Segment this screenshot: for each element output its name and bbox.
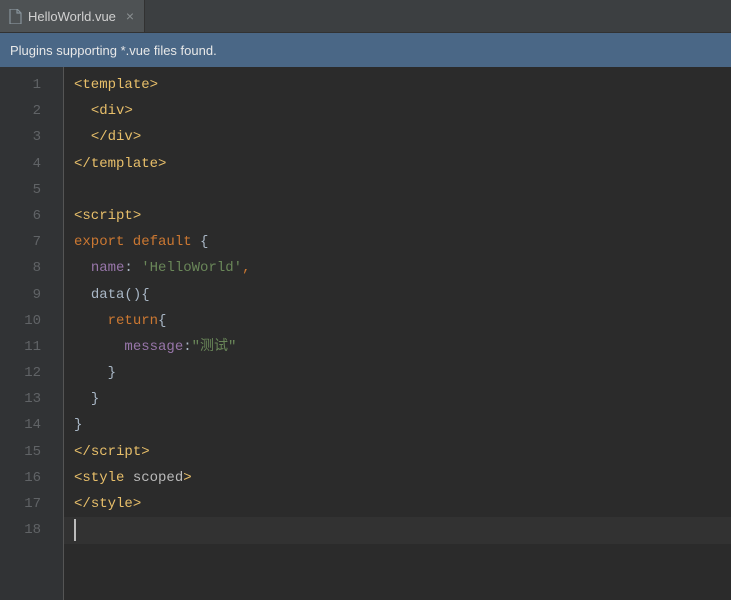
code-line: <script> [74, 203, 731, 229]
code-line: <style scoped> [74, 465, 731, 491]
line-number: 18 [0, 517, 41, 543]
line-number: 8 [0, 255, 41, 281]
code-line: </script> [74, 439, 731, 465]
line-number: 9 [0, 282, 41, 308]
line-number: 13 [0, 386, 41, 412]
file-tab[interactable]: HelloWorld.vue × [0, 0, 145, 32]
line-number-gutter: 1 2 3 4 5 6 7 8 9 10 11 12 13 14 15 16 1… [0, 67, 64, 600]
line-number: 15 [0, 439, 41, 465]
line-number: 4 [0, 151, 41, 177]
code-line: </style> [74, 491, 731, 517]
code-editor[interactable]: 1 2 3 4 5 6 7 8 9 10 11 12 13 14 15 16 1… [0, 67, 731, 600]
line-number: 14 [0, 412, 41, 438]
line-number: 5 [0, 177, 41, 203]
close-icon[interactable]: × [122, 9, 134, 23]
code-line: return{ [74, 308, 731, 334]
line-number: 10 [0, 308, 41, 334]
line-number: 11 [0, 334, 41, 360]
line-number: 2 [0, 98, 41, 124]
line-number: 12 [0, 360, 41, 386]
code-line: name: 'HelloWorld', [74, 255, 731, 281]
code-line: data(){ [74, 282, 731, 308]
line-number: 6 [0, 203, 41, 229]
notification-text: Plugins supporting *.vue files found. [10, 43, 217, 58]
line-number: 17 [0, 491, 41, 517]
file-icon [8, 8, 22, 24]
line-number: 16 [0, 465, 41, 491]
code-line: export default { [74, 229, 731, 255]
line-number: 7 [0, 229, 41, 255]
code-line: </template> [74, 151, 731, 177]
code-line: } [74, 386, 731, 412]
code-line: message:"测试" [74, 334, 731, 360]
code-line [74, 177, 731, 203]
code-line: <div> [74, 98, 731, 124]
line-number: 1 [0, 72, 41, 98]
code-line: } [74, 360, 731, 386]
code-line: </div> [74, 124, 731, 150]
code-line: <template> [74, 72, 731, 98]
tab-bar: HelloWorld.vue × [0, 0, 731, 33]
code-content[interactable]: <template> <div> </div> </template> <scr… [64, 67, 731, 600]
line-number: 3 [0, 124, 41, 150]
code-line [74, 517, 731, 543]
notification-bar[interactable]: Plugins supporting *.vue files found. [0, 33, 731, 67]
code-line: } [74, 412, 731, 438]
tab-filename: HelloWorld.vue [28, 9, 116, 24]
